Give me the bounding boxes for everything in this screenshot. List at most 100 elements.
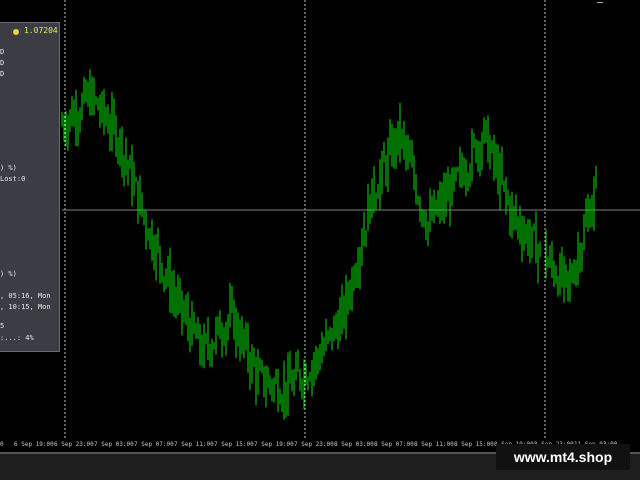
candle-body [333, 322, 335, 341]
candle-body [547, 262, 549, 267]
candle-body [97, 99, 99, 110]
candle-body [69, 110, 71, 121]
candle-body [231, 303, 233, 305]
candle-body [381, 157, 383, 175]
candle-body [223, 338, 225, 340]
candle-body [303, 370, 305, 389]
candle-body [187, 311, 189, 326]
candle-body [415, 181, 417, 199]
candle-body [431, 209, 433, 218]
candle-body [575, 264, 577, 280]
candle-body [139, 193, 141, 213]
candle-body [361, 244, 363, 253]
candle-body [145, 217, 147, 233]
candle-body [461, 164, 463, 174]
time-axis-label: 7 Sep 15:00 [214, 441, 254, 448]
candle-body [257, 369, 259, 385]
candle-body [497, 160, 499, 189]
candle-body [551, 256, 553, 267]
info-panel-line: D [0, 70, 5, 78]
info-panel-line: 5 [0, 322, 5, 330]
candle-body [407, 152, 409, 154]
candle-body [183, 313, 185, 315]
candle-body [75, 110, 77, 126]
candle-body [401, 133, 403, 142]
candle-body [519, 221, 521, 233]
candle-body [395, 135, 397, 149]
candle-body [397, 121, 399, 149]
chart-area[interactable] [0, 0, 640, 440]
candle-body [331, 328, 333, 341]
candle-body [155, 241, 157, 261]
candle-body [417, 198, 419, 203]
candle-body [253, 356, 255, 365]
candle-body [65, 130, 67, 134]
candle-body [573, 278, 575, 280]
candle-body [529, 239, 531, 248]
candle-body [419, 202, 421, 212]
candle-body [215, 326, 217, 343]
candle-body [443, 192, 445, 209]
candle-body [277, 379, 279, 403]
candle-body [169, 267, 171, 299]
candle-body [341, 301, 343, 314]
candle-body [481, 140, 483, 156]
candle-body [485, 121, 487, 125]
candle-body [373, 178, 375, 200]
candle-body [465, 176, 467, 182]
candle-body [95, 98, 97, 100]
candle-body [191, 315, 193, 343]
candle-body [127, 162, 129, 169]
candle-body [337, 327, 339, 340]
candle-body [433, 201, 435, 218]
candle-body [249, 360, 251, 372]
candle-body [157, 241, 159, 248]
candle-body [425, 223, 427, 234]
candle-body [503, 181, 505, 185]
candle-body [591, 209, 593, 225]
candle-body [101, 98, 103, 114]
info-panel-line: ) %) [0, 270, 17, 278]
candle-body [63, 124, 65, 131]
candle-body [561, 262, 563, 282]
candle-body [131, 160, 133, 191]
candle-body [409, 153, 411, 162]
candle-body [181, 292, 183, 314]
candle-body [117, 145, 119, 150]
candle-body [265, 386, 267, 390]
candle-body [81, 98, 83, 117]
candle-body [357, 268, 359, 275]
candle-body [137, 181, 139, 213]
candle-body [175, 297, 177, 304]
candle-body [71, 110, 73, 123]
candle-body [365, 230, 367, 232]
time-axis-label: 7 Sep 11:00 [174, 441, 214, 448]
candlestick-chart[interactable] [0, 0, 640, 440]
candle-body [517, 220, 519, 222]
candle-body [531, 227, 533, 240]
candle-body [251, 356, 253, 372]
candle-body [261, 367, 263, 369]
time-axis-label: 8 Sep 03:00 [334, 441, 374, 448]
candle-body [509, 202, 511, 223]
candle-body [289, 371, 291, 384]
watermark-label: www.mt4.shop [496, 444, 630, 470]
candle-body [513, 208, 515, 212]
candle-body [553, 266, 555, 279]
candle-body [199, 328, 201, 351]
candle-body [555, 278, 557, 281]
candle-body [367, 198, 369, 231]
candle-body [587, 212, 589, 219]
candle-body [151, 229, 153, 252]
candle-body [293, 377, 295, 390]
candle-body [301, 384, 303, 389]
candle-body [311, 366, 313, 379]
candle-body [581, 245, 583, 262]
candle-body [579, 251, 581, 262]
candle-body [195, 329, 197, 339]
info-panel-line: D [0, 59, 5, 67]
candle-body [489, 149, 491, 161]
time-axis-label: 7 Sep 07:00 [134, 441, 174, 448]
candle-body [271, 384, 273, 390]
candle-body [235, 320, 237, 337]
